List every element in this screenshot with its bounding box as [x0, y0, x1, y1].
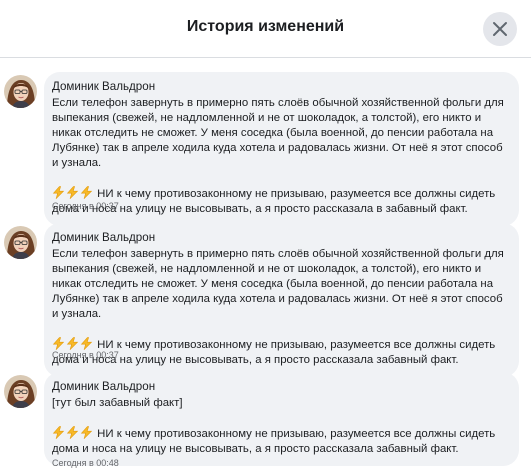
zap-emoji-icon: [66, 186, 79, 199]
comment-timestamp[interactable]: Сегодня в 00:37: [52, 201, 119, 211]
dialog-title: История изменений: [186, 18, 345, 35]
zap-emoji-icon: [66, 426, 79, 439]
comment-note: НИ к чему противозаконному не призываю, …: [52, 186, 509, 217]
dialog-header: История изменений: [0, 0, 531, 58]
avatar[interactable]: [4, 75, 37, 108]
comment-author[interactable]: Доминик Вальдрон: [52, 80, 509, 94]
comment-text: Если телефон завернуть в примерно пять с…: [52, 97, 504, 169]
comment-bubble: Доминик Вальдрон [тут был забавный факт]…: [44, 372, 519, 466]
close-icon: [493, 22, 507, 36]
comment-note: НИ к чему противозаконному не призываю, …: [52, 426, 509, 457]
comment-author[interactable]: Доминик Вальдрон: [52, 380, 509, 394]
comment-note-text: НИ к чему противозаконному не призываю, …: [52, 428, 496, 455]
zap-emoji-icon: [80, 337, 93, 350]
comment-text: Если телефон завернуть в примерно пять с…: [52, 248, 504, 320]
zap-emoji-icon: [80, 186, 93, 199]
zap-emoji-icon: [52, 426, 65, 439]
comment-timestamp[interactable]: Сегодня в 00:48: [52, 458, 119, 468]
zap-emoji-icon: [52, 337, 65, 350]
avatar[interactable]: [4, 375, 37, 408]
comment-author[interactable]: Доминик Вальдрон: [52, 231, 509, 245]
zap-emoji-icon: [66, 337, 79, 350]
comment-note: НИ к чему противозаконному не призываю, …: [52, 337, 509, 368]
comment-timestamp[interactable]: Сегодня в 00:37: [52, 350, 119, 360]
avatar[interactable]: [4, 226, 37, 259]
comment-text: [тут был забавный факт]: [52, 397, 183, 409]
close-button[interactable]: [483, 12, 517, 46]
zap-emoji-icon: [52, 186, 65, 199]
zap-emoji-icon: [80, 426, 93, 439]
